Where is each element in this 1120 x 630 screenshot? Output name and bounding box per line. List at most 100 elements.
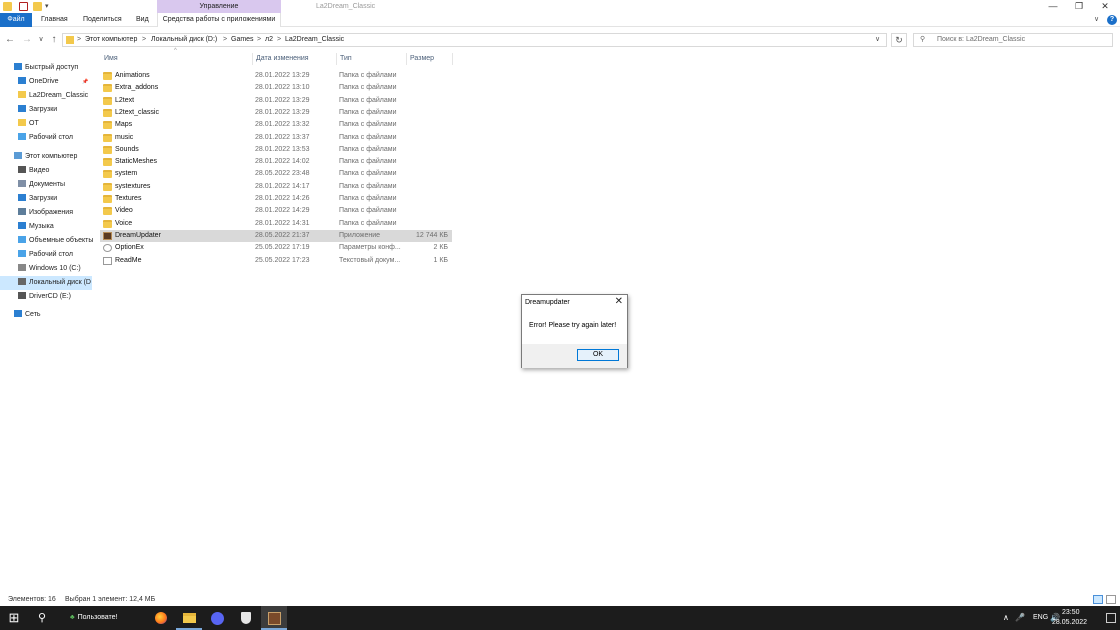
column-divider[interactable] <box>406 53 407 65</box>
tray-overflow-icon[interactable]: ∧ <box>1003 606 1009 630</box>
file-row[interactable]: systextures 28.01.2022 14:17 Папка с файла… <box>100 181 452 193</box>
column-header-size[interactable]: Размер <box>410 53 434 65</box>
clock-date[interactable]: 28.05.2022 <box>1052 619 1087 627</box>
file-row[interactable]: L2text_classic 28.01.2022 13:29 Папка с фа… <box>100 107 452 119</box>
properties-icon[interactable] <box>19 2 28 11</box>
column-divider[interactable] <box>252 53 253 65</box>
column-divider[interactable] <box>452 53 453 65</box>
details-view-icon[interactable] <box>1093 595 1103 604</box>
sidebar-item[interactable]: Изображения <box>18 206 102 220</box>
file-row[interactable]: Textures 28.01.2022 14:26 Папка с файлами <box>100 193 452 205</box>
microphone-icon[interactable]: 🎤 <box>1015 606 1025 630</box>
breadcrumb-this-pc[interactable]: Этот компьютер <box>85 34 137 46</box>
tab-application-tools[interactable]: Средства работы с приложениями <box>157 13 281 27</box>
file-row[interactable]: StaticMeshes 28.01.2022 14:02 Папка с файл… <box>100 156 452 168</box>
refresh-icon[interactable]: ↻ <box>891 33 907 47</box>
breadcrumb-games[interactable]: Games <box>231 34 254 46</box>
file-row[interactable]: Animations 28.01.2022 13:29 Папка с файлам… <box>100 70 452 82</box>
start-button[interactable]: ⊞ <box>1 606 27 630</box>
file-type: Папка с файлами <box>339 170 397 178</box>
sidebar-item[interactable]: Документы <box>18 178 102 192</box>
discord-icon[interactable] <box>204 606 230 630</box>
breadcrumb-l2[interactable]: л2 <box>265 34 273 46</box>
tab-share[interactable]: Поделиться <box>79 13 126 27</box>
ok-button[interactable]: OK <box>577 349 619 361</box>
file-date: 28.01.2022 13:10 <box>255 84 310 92</box>
column-header-date[interactable]: Дата изменения <box>256 53 309 65</box>
file-type: Папка с файлами <box>339 207 397 215</box>
search-icon[interactable]: ⚲ <box>29 606 55 630</box>
ribbon-collapse-icon[interactable]: ∨ <box>1094 15 1099 25</box>
sidebar-item[interactable]: Музыка <box>18 220 102 234</box>
file-row[interactable]: Voice 28.01.2022 14:31 Папка с файлами <box>100 218 452 230</box>
sidebar-item[interactable]: Видео <box>18 164 102 178</box>
security-shield-icon[interactable] <box>233 606 259 630</box>
new-folder-icon[interactable] <box>33 2 42 11</box>
documents-icon <box>18 180 26 187</box>
language-indicator[interactable]: ENG <box>1033 606 1048 630</box>
tab-view[interactable]: Вид <box>132 13 153 27</box>
file-date: 28.01.2022 13:37 <box>255 133 310 141</box>
video-icon <box>18 166 26 173</box>
recent-locations-icon[interactable]: ∨ <box>35 33 47 46</box>
search-box[interactable]: ⚲ Поиск в: La2Dream_Classic <box>913 33 1113 47</box>
folder-icon <box>18 250 26 257</box>
sidebar-item[interactable]: Объемные объекты <box>18 234 102 248</box>
file-row[interactable]: L2text 28.01.2022 13:29 Папка с файлами <box>100 95 452 107</box>
sidebar-item[interactable]: Windows 10 (C:) <box>18 262 102 276</box>
sidebar-item[interactable]: Загрузки <box>18 192 102 206</box>
sidebar-item[interactable]: Локальный диск (D <box>0 276 92 290</box>
taskbar-user-app[interactable]: ♣ Пользовате! <box>62 606 150 630</box>
close-button[interactable]: ✕ <box>1088 0 1120 13</box>
file-type: Папка с файлами <box>339 182 397 190</box>
file-row[interactable]: Maps 28.01.2022 13:32 Папка с файлами <box>100 119 452 131</box>
sidebar-item[interactable]: Рабочий стол <box>18 248 102 262</box>
sidebar-item[interactable]: OneDrive 📌 <box>18 75 102 89</box>
tab-file[interactable]: Файл <box>0 13 32 27</box>
forward-arrow-icon[interactable]: → <box>21 33 33 46</box>
file-row[interactable]: OptionEx 25.05.2022 17:19 Параметры конф..… <box>100 242 452 254</box>
column-header-name[interactable]: Имя <box>104 53 118 65</box>
sidebar-item-label: Рабочий стол <box>29 251 73 258</box>
sidebar-item[interactable]: Сеть <box>14 308 98 322</box>
sidebar-item-label: Объемные объекты <box>29 237 94 244</box>
quick-access-dropdown-icon[interactable]: ▾ <box>45 0 49 13</box>
file-row[interactable]: Video 28.01.2022 14:29 Папка с файлами <box>100 205 452 217</box>
file-name: Voice <box>115 219 133 227</box>
sidebar-item[interactable]: DriverCD (E:) <box>18 290 102 304</box>
sidebar-item[interactable]: ОТ <box>18 117 102 131</box>
breadcrumb-la2dream-classic[interactable]: La2Dream_Classic <box>285 34 344 46</box>
file-explorer-icon[interactable] <box>176 606 202 630</box>
address-dropdown-icon[interactable]: ∨ <box>875 34 880 46</box>
dreamupdater-taskbar-icon[interactable] <box>261 606 287 630</box>
breadcrumb-drive-d[interactable]: Локальный диск (D:) <box>151 34 217 46</box>
help-icon[interactable]: ? <box>1107 15 1117 25</box>
clock-time[interactable]: 23:50 <box>1062 609 1080 617</box>
sidebar-item[interactable]: Рабочий стол <box>18 131 102 145</box>
sidebar-item-label: Документы <box>29 181 66 188</box>
file-row[interactable]: DreamUpdater 28.05.2022 21:37 Приложение 12… <box>100 229 452 242</box>
large-icons-view-icon[interactable] <box>1106 595 1116 604</box>
column-divider[interactable] <box>336 53 337 65</box>
navigation-bar: ← → ∨ ↑ > Этот компьютер > Локальный дис… <box>0 30 1120 49</box>
sidebar-item[interactable]: La2Dream_Classic <box>18 89 102 103</box>
tab-home[interactable]: Главная <box>37 13 72 27</box>
file-row[interactable]: ReadMe 25.05.2022 17:23 Текстовый докум...… <box>100 255 452 267</box>
file-row[interactable]: Sounds 28.01.2022 13:53 Папка с файлами <box>100 144 452 156</box>
back-arrow-icon[interactable]: ← <box>4 33 16 46</box>
file-row[interactable]: music 28.01.2022 13:37 Папка с файлами <box>100 132 452 144</box>
dialog-close-icon[interactable]: ✕ <box>615 296 623 308</box>
notifications-icon[interactable] <box>1106 613 1116 623</box>
firefox-icon[interactable] <box>148 606 174 630</box>
column-header-type[interactable]: Тип <box>340 53 352 65</box>
sidebar-item[interactable]: Быстрый доступ <box>14 61 98 75</box>
up-arrow-icon[interactable]: ↑ <box>48 33 60 46</box>
pin-icon[interactable]: 📌 <box>82 75 88 89</box>
sidebar-item[interactable]: Этот компьютер <box>14 150 98 164</box>
file-row[interactable]: Extra_addons 28.01.2022 13:10 Папка с файл… <box>100 82 452 94</box>
folder-icon <box>103 121 112 130</box>
file-row[interactable]: system 28.05.2022 23:48 Папка с файлами <box>100 168 452 180</box>
sidebar-item[interactable]: Загрузки <box>18 103 102 117</box>
address-bar[interactable]: > Этот компьютер > Локальный диск (D:) >… <box>62 33 887 47</box>
file-type: Приложение <box>339 231 381 239</box>
